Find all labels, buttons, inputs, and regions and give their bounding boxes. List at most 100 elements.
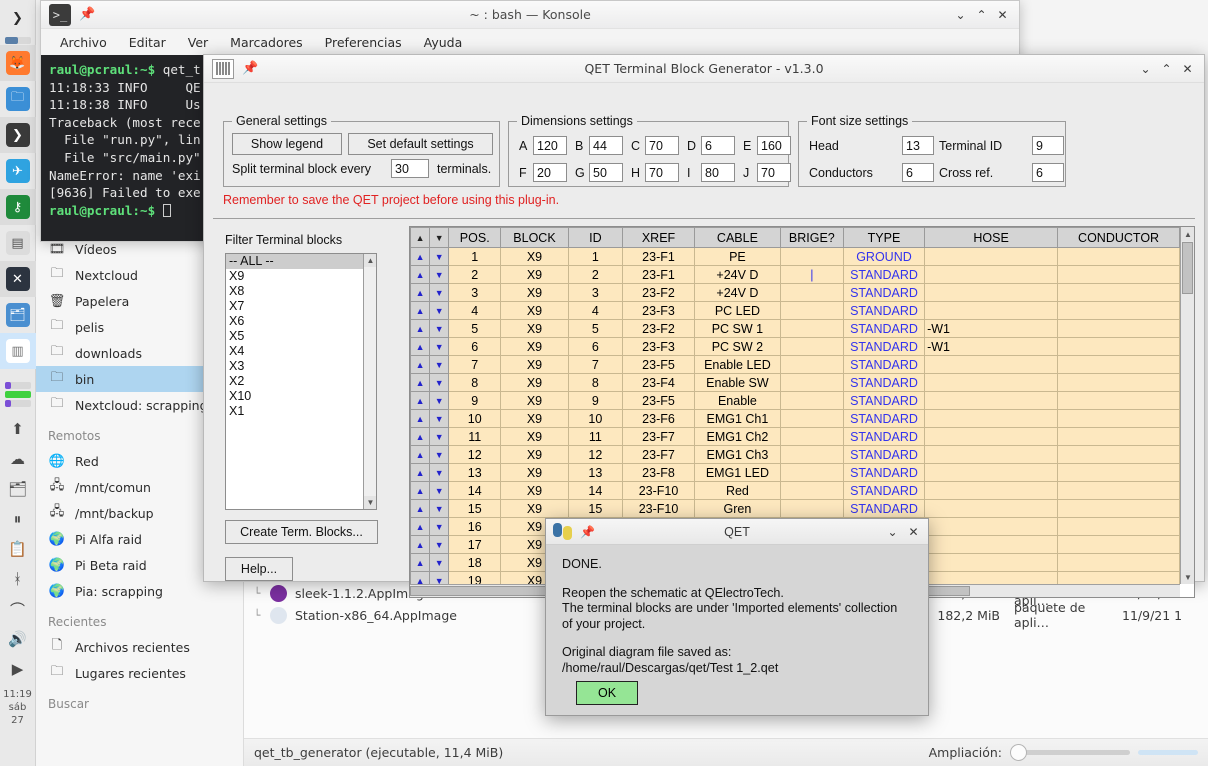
cell-pos[interactable]: 7	[449, 356, 501, 374]
cell-hose[interactable]	[925, 248, 1058, 266]
cell-xref[interactable]: 23-F5	[622, 392, 694, 410]
cell-xref[interactable]: 23-F5	[622, 356, 694, 374]
help-button[interactable]: Help...	[225, 557, 293, 581]
konsole-menu-preferencias[interactable]: Preferencias	[314, 32, 413, 53]
cell-type[interactable]: STANDARD	[843, 428, 924, 446]
cell-xref[interactable]: 23-F2	[622, 284, 694, 302]
cell-block[interactable]: X9	[501, 356, 569, 374]
cell-block[interactable]: X9	[501, 482, 569, 500]
table-row[interactable]: ▲▼15X91523-F10GrenSTANDARD	[411, 500, 1180, 518]
filter-list-item[interactable]: X9	[226, 269, 364, 284]
table-row[interactable]: ▲▼6X9623-F3PC SW 2STANDARD-W1	[411, 338, 1180, 356]
table-row[interactable]: ▲▼1X9123-F1PEGROUND	[411, 248, 1180, 266]
dimension-input-G[interactable]: 50	[589, 163, 623, 182]
network-folder-icon[interactable]: 🗂	[0, 474, 36, 504]
column-header--[interactable]: ▲	[411, 228, 430, 248]
move-down-button[interactable]: ▼	[430, 554, 449, 572]
cell-id[interactable]: 15	[568, 500, 622, 518]
play-icon[interactable]: ▶	[0, 654, 36, 684]
move-down-button[interactable]: ▼	[430, 248, 449, 266]
place-item-lugares-recientes[interactable]: 🗀Lugares recientes	[36, 660, 243, 686]
table-scroll-up-arrow[interactable]: ▲	[1181, 227, 1195, 241]
cell-hose[interactable]: -W1	[925, 320, 1058, 338]
cell-conductor[interactable]	[1058, 518, 1180, 536]
firefox-icon-slot[interactable]: 🦊	[0, 45, 36, 81]
cell-type[interactable]: STANDARD	[843, 392, 924, 410]
cell-hose[interactable]	[925, 554, 1058, 572]
maximize-icon[interactable]: ⌃	[1156, 58, 1177, 79]
qet-terminal-block-icon-slot[interactable]: ▥	[0, 333, 36, 369]
konsole-menu-editar[interactable]: Editar	[118, 32, 177, 53]
konsole-icon[interactable]: ❯	[6, 123, 30, 147]
wifi-icon[interactable]: ⌒	[0, 594, 36, 624]
move-up-button[interactable]: ▲	[411, 536, 430, 554]
filter-list-scrollbar[interactable]: ▲ ▼	[363, 254, 376, 509]
cell-id[interactable]: 13	[568, 464, 622, 482]
dimension-input-I[interactable]: 80	[701, 163, 735, 182]
cell-xref[interactable]: 23-F1	[622, 248, 694, 266]
text-editor-icon[interactable]: ▤	[6, 231, 30, 255]
cell-brige[interactable]	[780, 356, 843, 374]
file-manager-icon-slot[interactable]: 🗀	[0, 81, 36, 117]
column-header-pos-[interactable]: POS.	[449, 228, 501, 248]
table-row[interactable]: ▲▼14X91423-F10RedSTANDARD	[411, 482, 1180, 500]
cell-conductor[interactable]	[1058, 266, 1180, 284]
filter-list-item[interactable]: X3	[226, 359, 364, 374]
move-down-button[interactable]: ▼	[430, 464, 449, 482]
cell-conductor[interactable]	[1058, 374, 1180, 392]
cell-id[interactable]: 10	[568, 410, 622, 428]
table-row[interactable]: ▲▼10X91023-F6EMG1 Ch1STANDARD	[411, 410, 1180, 428]
kde-menu-icon-slot[interactable]: ❯	[0, 0, 36, 36]
cell-brige[interactable]	[780, 248, 843, 266]
dimension-input-E[interactable]: 160	[757, 136, 791, 155]
cell-conductor[interactable]	[1058, 482, 1180, 500]
cell-type[interactable]: GROUND	[843, 248, 924, 266]
cell-cable[interactable]: EMG1 LED	[695, 464, 781, 482]
move-up-button[interactable]: ▲	[411, 518, 430, 536]
cell-type[interactable]: STANDARD	[843, 482, 924, 500]
cell-hose[interactable]	[925, 302, 1058, 320]
cell-block[interactable]: X9	[501, 302, 569, 320]
cell-hose[interactable]	[925, 284, 1058, 302]
cell-xref[interactable]: 23-F7	[622, 428, 694, 446]
cell-conductor[interactable]	[1058, 464, 1180, 482]
clock[interactable]: 11:19sáb27	[3, 688, 32, 727]
cell-block[interactable]: X9	[501, 266, 569, 284]
qelectrotech-icon-slot[interactable]: 🗂	[0, 297, 36, 333]
cell-conductor[interactable]	[1058, 302, 1180, 320]
filter-list-item[interactable]: -- ALL --	[226, 254, 364, 269]
bluetooth-icon[interactable]: ᚼ	[0, 564, 36, 594]
cell-xref[interactable]: 23-F3	[622, 338, 694, 356]
cell-brige[interactable]	[780, 302, 843, 320]
cell-block[interactable]: X9	[501, 428, 569, 446]
qet-window-controls[interactable]: ⌄⌃✕	[1135, 58, 1204, 79]
cell-conductor[interactable]	[1058, 410, 1180, 428]
column-header--[interactable]: ▼	[430, 228, 449, 248]
cell-id[interactable]: 6	[568, 338, 622, 356]
cell-cable[interactable]: +24V D	[695, 284, 781, 302]
font-input-head[interactable]: 13	[902, 136, 934, 155]
close-icon[interactable]: ✕	[1177, 58, 1198, 79]
dimension-input-C[interactable]: 70	[645, 136, 679, 155]
cell-hose[interactable]	[925, 536, 1058, 554]
cell-cable[interactable]: Red	[695, 482, 781, 500]
dialog-window-controls[interactable]: ⌄✕	[882, 521, 928, 542]
cell-block[interactable]: X9	[501, 338, 569, 356]
cell-pos[interactable]: 5	[449, 320, 501, 338]
move-down-button[interactable]: ▼	[430, 500, 449, 518]
cell-hose[interactable]	[925, 572, 1058, 585]
dialog-titlebar[interactable]: 📌 QET ⌄✕	[546, 519, 928, 545]
konsole-window-controls[interactable]: ⌄⌃✕	[950, 4, 1019, 25]
move-down-button[interactable]: ▼	[430, 284, 449, 302]
zoom-slider-handle[interactable]	[1010, 744, 1027, 761]
vscode-icon[interactable]: ✕	[6, 267, 30, 291]
cell-cable[interactable]: PC SW 2	[695, 338, 781, 356]
cell-xref[interactable]: 23-F1	[622, 266, 694, 284]
cell-id[interactable]: 12	[568, 446, 622, 464]
dimension-input-A[interactable]: 120	[533, 136, 567, 155]
set-default-settings-button[interactable]: Set default settings	[348, 133, 493, 155]
cell-cable[interactable]: +24V D	[695, 266, 781, 284]
cell-brige[interactable]	[780, 374, 843, 392]
show-legend-button[interactable]: Show legend	[232, 133, 342, 155]
cell-type[interactable]: STANDARD	[843, 284, 924, 302]
